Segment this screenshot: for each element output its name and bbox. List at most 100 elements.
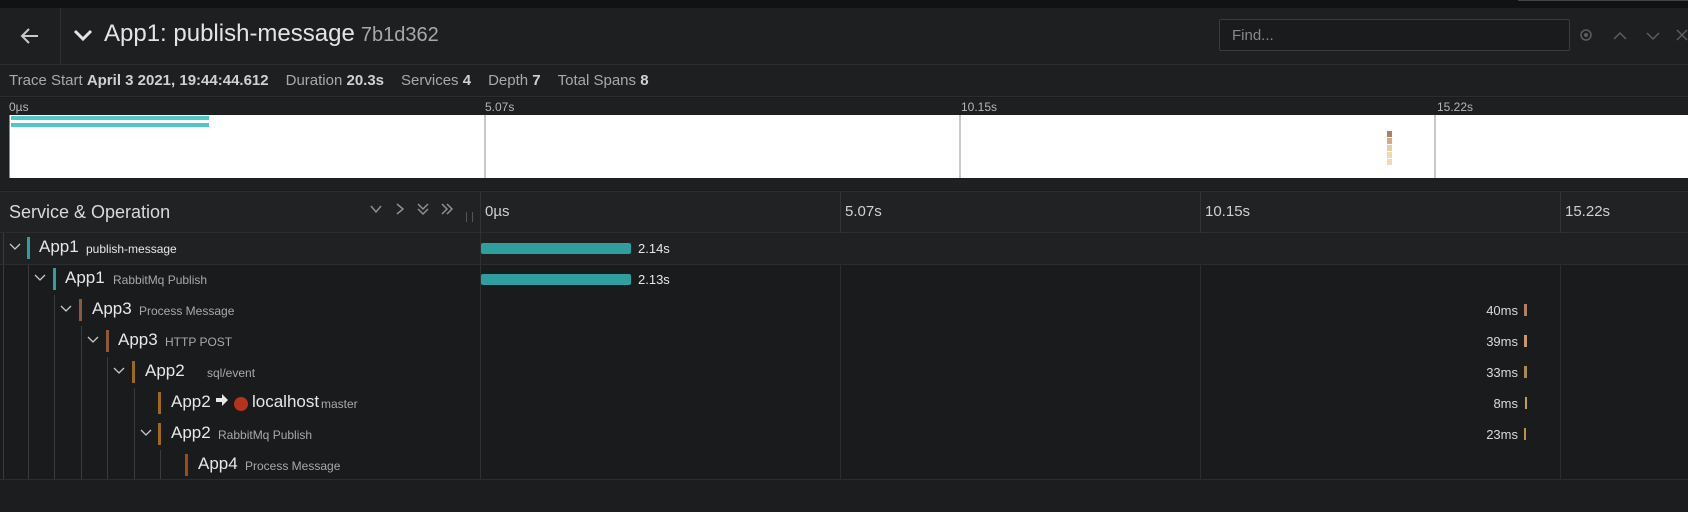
find-prev-icon[interactable] [1610,28,1630,45]
chevron-down-icon[interactable] [72,24,94,46]
span-duration: 33ms [1486,365,1518,380]
timeline-tick: 0µs [485,203,510,220]
trace-start: Trace Start April 3 2021, 19:44:44.612 [9,72,269,89]
services-value: 4 [462,72,472,89]
span-name-cell[interactable]: App3 HTTP POST [0,326,481,357]
database-icon [234,397,248,411]
minimap-span [1387,152,1392,158]
minimap-canvas[interactable] [9,115,1688,178]
minimap-span [1387,159,1392,165]
span-name-cell[interactable]: App1 publish-message [0,233,481,264]
top-strip [0,0,1688,8]
minimap-span [1387,131,1392,137]
minimap-tick: 5.07s [485,100,515,114]
services: Services 4 [401,72,472,89]
span-service: App2 [145,361,185,380]
expand-all-icon[interactable] [440,202,454,221]
span-operation: HTTP POST [165,335,233,349]
service-color-bar [132,361,135,383]
span-name-cell[interactable]: App2 RabbitMq Publish [0,419,481,450]
trace-meta: Trace Start April 3 2021, 19:44:44.612 D… [0,65,1688,97]
service-color-bar [79,299,82,321]
timeline-header: Service & Operation 0µs 5.07s 10.15s 15.… [0,191,1688,234]
trace-header: App1: publish-message 7b1d362 [0,8,1688,65]
chevron-down-icon[interactable] [9,240,21,255]
span-row[interactable]: App2 sql/event 33ms [0,357,1688,388]
find-input[interactable] [1219,19,1570,51]
span-row[interactable]: App2 localhost master 8ms [0,388,1688,419]
minimap-tick: 15.22s [1437,100,1474,114]
find-clear-icon[interactable] [1672,28,1688,45]
back-button[interactable] [0,8,61,64]
minimap-span [11,123,209,127]
chevron-down-icon[interactable] [140,426,152,441]
span-name-cell[interactable]: App2 localhost master [0,388,481,419]
span-row[interactable]: App1 RabbitMq Publish 2.13s [0,264,1688,295]
total-spans: Total Spans 8 [557,72,649,89]
trace-title: App1: publish-message [104,20,355,47]
service-color-bar [158,392,161,414]
column-divider [480,233,481,479]
span-bar[interactable] [1524,335,1527,347]
span-bar[interactable] [1524,366,1527,378]
span-row[interactable]: App3 HTTP POST 39ms [0,326,1688,357]
span-name-cell[interactable]: App4 Process Message [0,450,481,481]
timeline-tick: 10.15s [1205,203,1251,220]
expand-one-icon[interactable] [393,202,407,221]
span-operation: Process Message [245,459,341,473]
span-operation: master [321,397,358,411]
trace-minimap[interactable]: 0µs 5.07s 10.15s 15.22s [0,98,1688,190]
chevron-down-icon[interactable] [87,333,99,348]
span-service: App3 [92,299,132,318]
minimap-tick: 10.15s [961,100,998,114]
trace-start-value: April 3 2021, 19:44:44.612 [86,72,269,89]
span-bar[interactable] [1524,304,1527,316]
total-spans-value: 8 [640,72,649,89]
chevron-down-icon[interactable] [60,302,72,317]
depth-value: 7 [532,72,541,89]
arrow-right-icon [215,393,229,411]
span-name-cell[interactable]: App1 RabbitMq Publish [0,264,481,295]
span-operation: publish-message [86,242,177,256]
span-bar[interactable] [1525,397,1527,409]
span-operation: sql/event [207,366,256,380]
span-service: App3 [118,330,158,349]
service-color-bar [185,454,188,476]
span-bar[interactable] [481,274,631,285]
span-bar[interactable] [481,243,631,254]
find-next-icon[interactable] [1643,28,1663,45]
minimap-gridline [959,115,961,178]
span-duration: 2.14s [638,241,670,256]
service-color-bar [158,423,161,445]
footer [0,479,1688,512]
page-title: App1: publish-message 7b1d362 [104,20,439,48]
span-row[interactable]: App1 publish-message 2.14s [0,233,1688,264]
chevron-down-icon[interactable] [34,271,46,286]
span-operation: RabbitMq Publish [218,428,313,442]
minimap-gridline [9,115,10,178]
collapse-one-icon[interactable] [369,202,383,221]
depth: Depth 7 [488,72,541,89]
span-service: App2 [171,423,211,442]
minimap-span [11,116,209,120]
span-row[interactable]: App2 RabbitMq Publish 23ms [0,419,1688,450]
column-resize-handle[interactable] [466,212,473,222]
chevron-down-icon[interactable] [113,364,125,379]
span-name-cell[interactable]: App2 sql/event [0,357,481,388]
collapse-all-icon[interactable] [416,202,430,221]
minimap-span [1387,145,1392,151]
span-operation: RabbitMq Publish [113,273,208,287]
span-duration: 39ms [1486,334,1518,349]
span-row[interactable]: App3 Process Message 40ms [0,295,1688,326]
span-bar[interactable] [1524,428,1526,440]
span-service: App1 [39,237,79,256]
span-row[interactable]: App4 Process Message [0,450,1688,481]
span-peer: localhost [252,392,320,411]
locate-icon[interactable] [1576,28,1596,46]
span-duration: 23ms [1486,427,1518,442]
timeline-tick: 15.22s [1565,203,1611,220]
span-name-cell[interactable]: App3 Process Message [0,295,481,326]
span-duration: 2.13s [638,272,670,287]
span-service: App1 [65,268,105,287]
span-service: App4 [198,454,238,473]
